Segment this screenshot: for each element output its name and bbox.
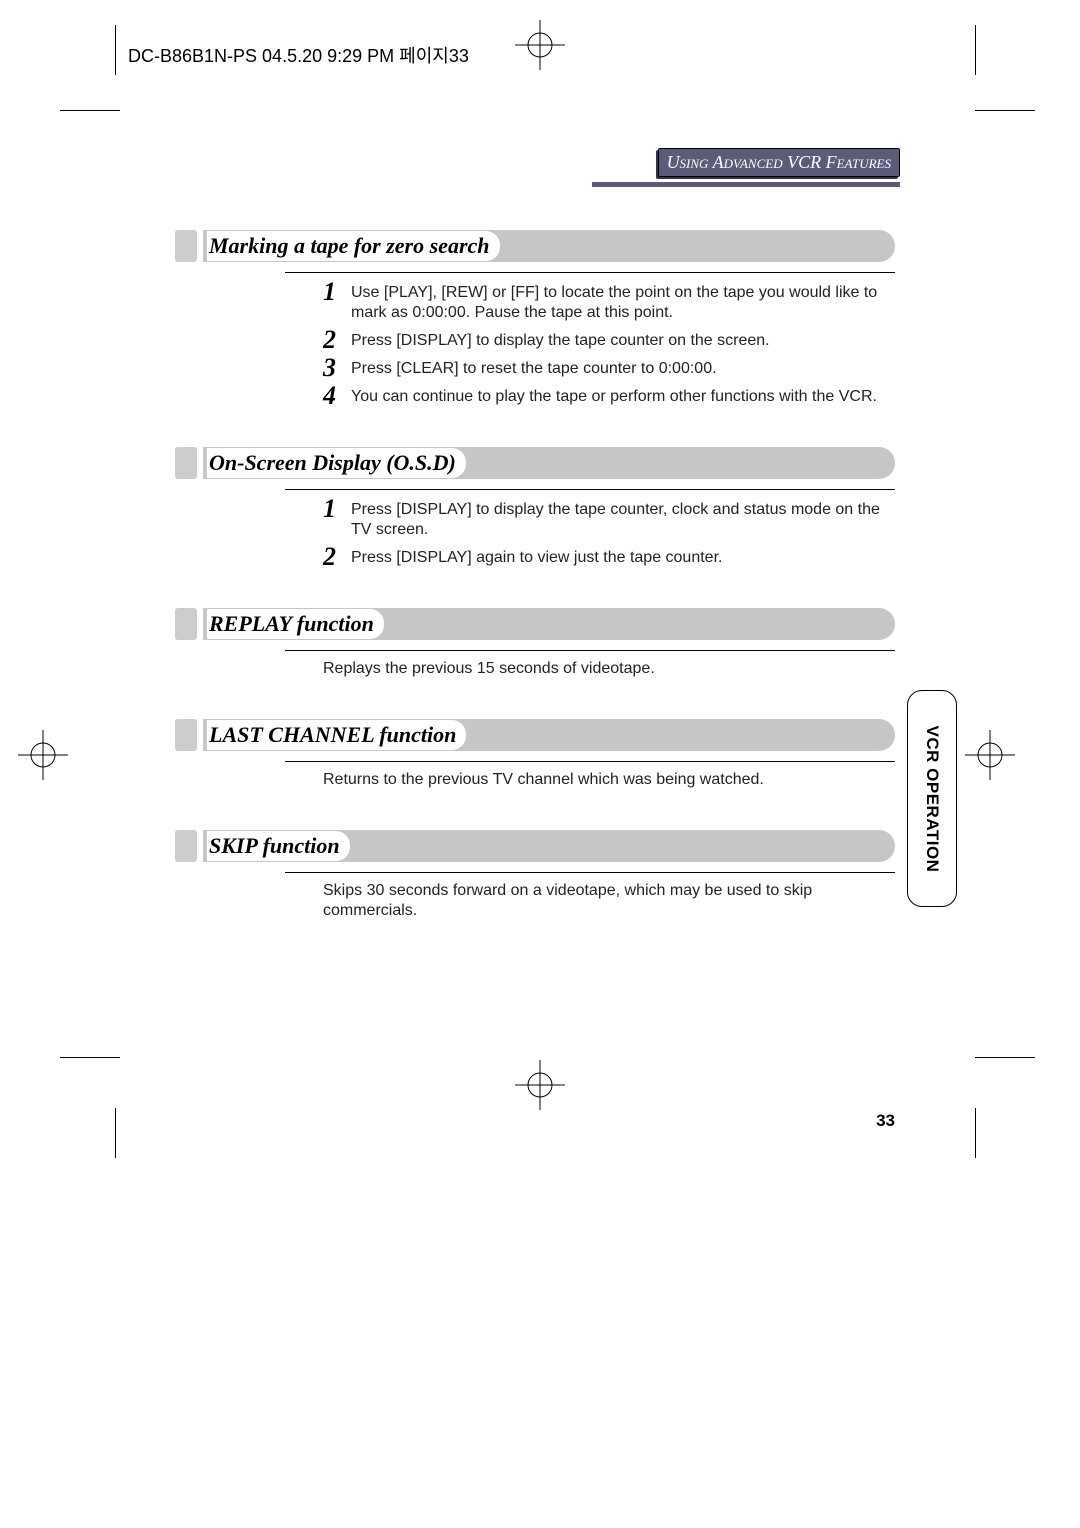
side-tab-label: VCR OPERATION	[922, 725, 942, 872]
heading-title: SKIP function	[207, 831, 350, 861]
step-number: 4	[323, 385, 345, 407]
step-text: You can continue to play the tape or per…	[351, 385, 877, 407]
section-header-rule	[592, 182, 900, 187]
step-text: Press [CLEAR] to reset the tape counter …	[351, 357, 717, 379]
step-text: Press [DISPLAY] to display the tape coun…	[351, 329, 770, 351]
heading-title: On-Screen Display (O.S.D)	[207, 448, 466, 478]
divider	[285, 761, 895, 762]
heading-title: REPLAY function	[207, 609, 384, 639]
divider	[285, 272, 895, 273]
trim-mark	[115, 25, 116, 75]
step-text: Press [DISPLAY] to display the tape coun…	[351, 498, 895, 540]
section-body: Skips 30 seconds forward on a videotape,…	[323, 881, 843, 921]
step-text: Use [PLAY], [REW] or [FF] to locate the …	[351, 281, 895, 323]
heading-bullet-icon	[175, 230, 197, 262]
heading-bullet-icon	[175, 830, 197, 862]
trim-mark	[975, 1108, 976, 1158]
section-header-label: Using Advanced VCR Features	[658, 148, 900, 177]
section-heading: REPLAY function	[175, 608, 895, 640]
registration-mark-icon	[965, 730, 1015, 780]
divider	[285, 489, 895, 490]
step-number: 1	[323, 281, 345, 303]
step-text: Press [DISPLAY] again to view just the t…	[351, 546, 722, 568]
trim-mark	[975, 25, 976, 75]
section-heading: On-Screen Display (O.S.D)	[175, 447, 895, 479]
heading-title: LAST CHANNEL function	[207, 720, 466, 750]
section-heading: LAST CHANNEL function	[175, 719, 895, 751]
divider	[285, 650, 895, 651]
step-number: 1	[323, 498, 345, 520]
trim-mark	[60, 110, 120, 111]
section-heading: SKIP function	[175, 830, 895, 862]
trim-mark	[975, 1057, 1035, 1058]
heading-bullet-icon	[175, 719, 197, 751]
section-body: Returns to the previous TV channel which…	[323, 770, 843, 790]
trim-mark	[115, 1108, 116, 1158]
registration-mark-icon	[515, 1060, 565, 1110]
section-heading: Marking a tape for zero search	[175, 230, 895, 262]
registration-mark-icon	[18, 730, 68, 780]
section-body: Replays the previous 15 seconds of video…	[323, 659, 843, 679]
registration-mark-icon	[515, 20, 565, 70]
step-number: 3	[323, 357, 345, 379]
page-number: 33	[876, 1111, 895, 1131]
trim-mark	[975, 110, 1035, 111]
side-tab: VCR OPERATION	[907, 690, 957, 907]
divider	[285, 872, 895, 873]
step-number: 2	[323, 329, 345, 351]
trim-mark	[60, 1057, 120, 1058]
heading-bullet-icon	[175, 608, 197, 640]
heading-bullet-icon	[175, 447, 197, 479]
step-number: 2	[323, 546, 345, 568]
heading-title: Marking a tape for zero search	[207, 231, 500, 261]
print-header: DC-B86B1N-PS 04.5.20 9:29 PM 페이지33	[128, 42, 469, 68]
